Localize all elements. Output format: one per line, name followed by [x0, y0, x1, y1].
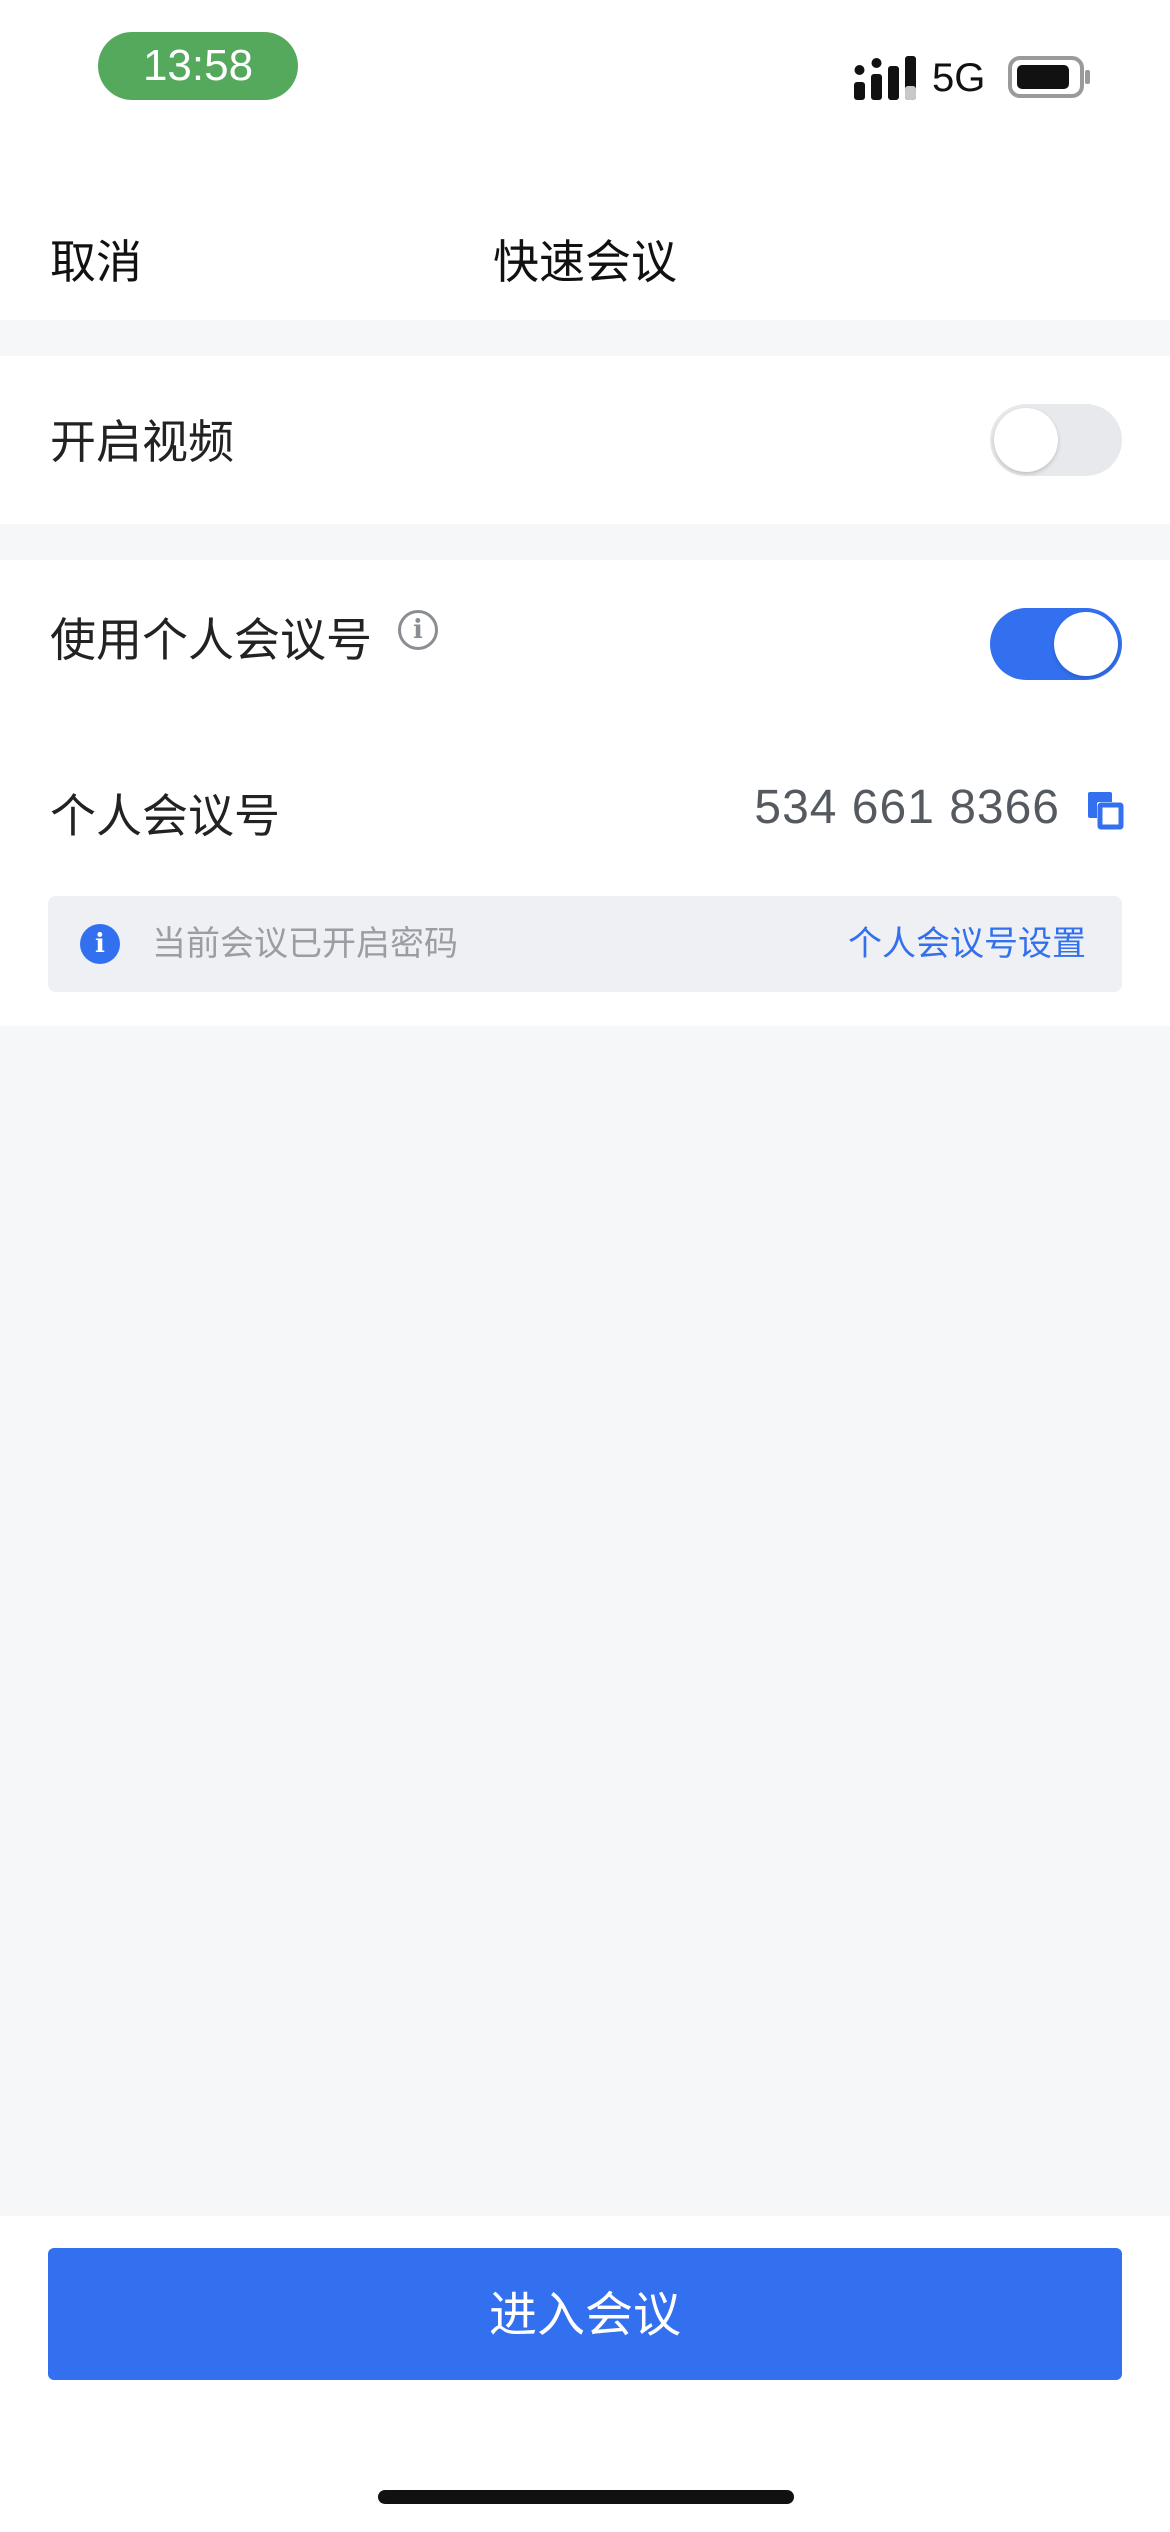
battery-icon [1008, 56, 1090, 98]
status-time: 13:58 [98, 32, 298, 100]
info-icon[interactable]: i [398, 610, 438, 650]
password-notice: i 当前会议已开启密码 个人会议号设置 [48, 896, 1122, 992]
page-title: 快速会议 [493, 235, 677, 289]
use-personal-meeting-id-label: 使用个人会议号 [50, 613, 372, 667]
nav-bar: 快速会议 取消 [0, 150, 1170, 320]
enable-video-label: 开启视频 [50, 415, 234, 469]
cancel-button[interactable]: 取消 [50, 226, 142, 292]
toggle-knob [994, 408, 1058, 472]
copy-icon[interactable] [1088, 792, 1124, 830]
personal-meeting-id-value: 534 661 8366 [754, 781, 1060, 834]
info-filled-icon: i [80, 924, 120, 964]
use-personal-meeting-id-toggle[interactable] [990, 608, 1122, 680]
personal-meeting-id-settings-link[interactable]: 个人会议号设置 [848, 922, 1086, 966]
bottom-action-area: 进入会议 [0, 2216, 1170, 2532]
enter-meeting-button[interactable]: 进入会议 [48, 2248, 1122, 2380]
quick-meeting-screen: 13:58 5G 快速会议 取消 开启视频 使用个人会议号 i 个人会议号 53… [0, 0, 1170, 2532]
video-section: 开启视频 [0, 356, 1170, 524]
personal-meeting-id-label: 个人会议号 [50, 789, 280, 843]
home-indicator [378, 2490, 794, 2504]
network-type: 5G [932, 56, 986, 100]
toggle-knob [1054, 612, 1118, 676]
signal-icon [854, 56, 916, 100]
personal-meeting-section: 使用个人会议号 i 个人会议号 534 661 8366 i 当前会议已开启密码… [0, 560, 1170, 1026]
password-notice-text: 当前会议已开启密码 [152, 924, 458, 964]
status-bar: 13:58 5G [0, 0, 1170, 150]
enable-video-toggle[interactable] [990, 404, 1122, 476]
